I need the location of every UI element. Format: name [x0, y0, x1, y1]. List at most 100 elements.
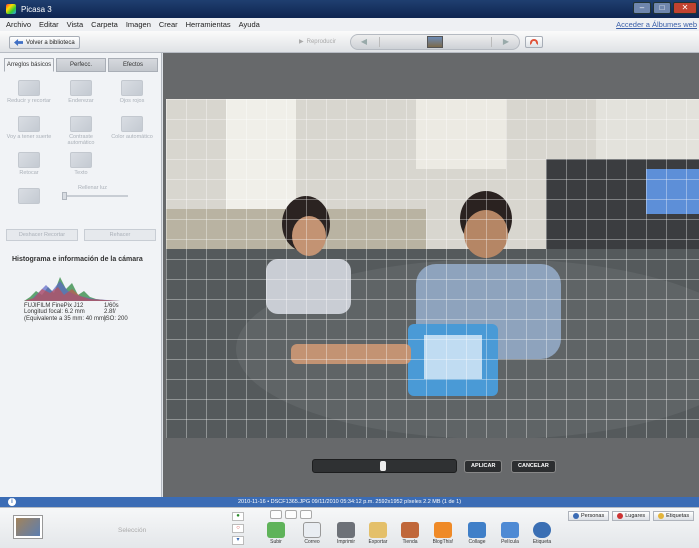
cancel-button[interactable]: CANCELAR: [511, 460, 556, 473]
auto-contrast-tool[interactable]: Contraste automático: [58, 116, 104, 146]
tab-tuning[interactable]: Perfecc.: [56, 58, 106, 72]
auto-contrast-tool-label: Contraste automático: [67, 134, 95, 146]
share-icon[interactable]: [270, 510, 282, 519]
minimize-button[interactable]: –: [633, 2, 651, 14]
text-icon: [70, 152, 92, 168]
previous-photo-icon[interactable]: ◀: [357, 37, 371, 47]
web-albums-link[interactable]: Acceder a Álbumes web: [616, 20, 697, 29]
tag-buttons: Personas Lugares Etiquetas: [568, 511, 695, 521]
upload-label: Subir: [270, 539, 282, 545]
globe-icon: [533, 522, 551, 538]
export-label: Exportar: [368, 539, 388, 545]
play-icon: ▶: [299, 39, 304, 45]
places-button[interactable]: Lugares: [612, 511, 651, 521]
undo-button[interactable]: Deshacer Recortar: [6, 229, 78, 241]
menu-ayuda[interactable]: Ayuda: [239, 20, 260, 29]
title-bar: Picasa 3 – □ ✕: [0, 0, 699, 18]
red-eye-tool[interactable]: Ojos rojos: [109, 80, 155, 104]
straighten-slider[interactable]: [312, 459, 457, 473]
current-photo-thumbnail[interactable]: [427, 36, 443, 48]
upload-button[interactable]: Subir: [262, 522, 290, 545]
histogram-chart: [24, 277, 120, 301]
fill-light-slider-track[interactable]: [62, 195, 128, 197]
fill-light-icon: [18, 188, 40, 204]
contrast-icon: [70, 116, 92, 132]
retouch-tool-label: Retocar: [19, 170, 39, 176]
fill-light-tool[interactable]: [6, 188, 52, 206]
edit-tabs: Arreglos básicos Perfecc. Efectos: [4, 58, 158, 72]
collage-icon: [468, 522, 486, 538]
histogram-title: Histograma e información de la cámara: [12, 256, 143, 263]
focal-equivalent: (Equivalente a 35 mm: 40 mm): [24, 315, 107, 322]
fill-light-slider-handle[interactable]: [62, 192, 67, 200]
lucky-tool-label: Voy a tener suerte: [6, 134, 52, 140]
menu-herramientas[interactable]: Herramientas: [186, 20, 231, 29]
lucky-tool[interactable]: Voy a tener suerte: [6, 116, 52, 140]
folder-icon: [369, 522, 387, 538]
places-label: Lugares: [625, 513, 646, 519]
info-icon[interactable]: i: [8, 498, 16, 506]
upload-icon: [267, 522, 285, 538]
photo-tray: Selección ● ○ ▾ Subir Correo Imprimir Ex…: [0, 507, 699, 548]
color-icon: [121, 116, 143, 132]
straighten-icon: [70, 80, 92, 96]
straighten-slider-handle[interactable]: [380, 461, 386, 471]
window-title: Picasa 3: [21, 4, 52, 14]
rotate-right-icon[interactable]: [300, 510, 312, 519]
shop-button[interactable]: Tienda: [396, 522, 424, 545]
camera-info: FUJIFILM FinePix J12 Longitud focal: 6.2…: [24, 303, 154, 322]
email-button[interactable]: Correo: [298, 522, 326, 545]
tray-thumbnail[interactable]: [14, 516, 42, 538]
next-photo-icon[interactable]: ▶: [499, 37, 513, 47]
tab-basic-fixes[interactable]: Arreglos básicos: [4, 58, 54, 72]
crop-tool[interactable]: Reducir y recortar: [6, 80, 52, 104]
photo-navigation-strip: ◀ ▶: [350, 34, 520, 50]
maximize-button[interactable]: □: [653, 2, 671, 14]
export-button[interactable]: Exportar: [364, 522, 392, 545]
shop-icon: [401, 522, 419, 538]
hold-icon[interactable]: ●: [232, 512, 244, 521]
straighten-controls: APLICAR CANCELAR: [312, 459, 692, 475]
lucky-icon: [18, 116, 40, 132]
menu-imagen[interactable]: Imagen: [126, 20, 151, 29]
text-tool[interactable]: Texto: [58, 152, 104, 176]
rotate-left-icon[interactable]: [285, 510, 297, 519]
retouch-tool[interactable]: Retocar: [6, 152, 52, 176]
geotag-button[interactable]: Etiqueta: [528, 522, 556, 545]
undo-redo-row: Deshacer Recortar Rehacer: [6, 229, 156, 241]
menu-archivo[interactable]: Archivo: [6, 20, 31, 29]
blogthis-button[interactable]: BlogThis!: [429, 522, 457, 545]
redo-button[interactable]: Rehacer: [84, 229, 156, 241]
menu-carpeta[interactable]: Carpeta: [91, 20, 118, 29]
play-label: Reproducir: [306, 38, 336, 45]
play-button[interactable]: ▶ Reproducir: [299, 38, 336, 46]
people-button[interactable]: Personas: [568, 511, 610, 521]
print-button[interactable]: Imprimir: [332, 522, 360, 545]
menu-vista[interactable]: Vista: [67, 20, 84, 29]
crop-tool-label: Reducir y recortar: [7, 98, 51, 104]
apply-button[interactable]: APLICAR: [464, 460, 503, 473]
movie-icon: [501, 522, 519, 538]
tab-effects[interactable]: Efectos: [108, 58, 158, 72]
tags-button[interactable]: Etiquetas: [653, 511, 695, 521]
clear-icon[interactable]: ○: [232, 524, 244, 533]
straighten-tool[interactable]: Enderezar: [58, 80, 104, 104]
rotate-button[interactable]: [525, 36, 543, 48]
movie-button[interactable]: Película: [496, 522, 524, 545]
straighten-tool-label: Enderezar: [68, 98, 94, 104]
photo-image[interactable]: [166, 99, 699, 438]
selection-label: Selección: [118, 527, 147, 534]
menu-crear[interactable]: Crear: [159, 20, 178, 29]
eye-icon: [121, 80, 143, 96]
add-to-icon[interactable]: ▾: [232, 536, 244, 545]
auto-color-tool[interactable]: Color automático: [109, 116, 155, 140]
edit-panel: Arreglos básicos Perfecc. Efectos Reduci…: [0, 53, 162, 497]
divider: [379, 37, 380, 47]
collage-button[interactable]: Collage: [463, 522, 491, 545]
back-to-library-button[interactable]: Volver a biblioteca: [9, 36, 80, 49]
menu-editar[interactable]: Editar: [39, 20, 59, 29]
person-icon: [573, 513, 579, 519]
red-eye-tool-label: Ojos rojos: [119, 98, 145, 104]
close-button[interactable]: ✕: [673, 2, 697, 14]
auto-color-tool-label: Color automático: [111, 134, 153, 140]
